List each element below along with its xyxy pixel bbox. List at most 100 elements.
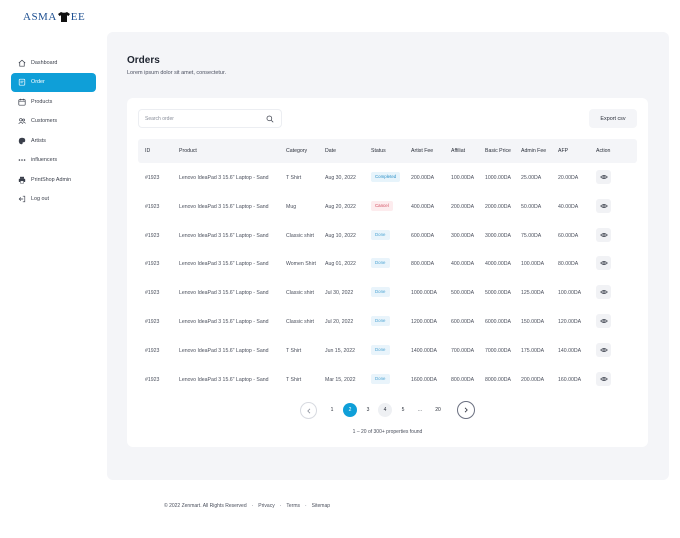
status-badge: Done <box>371 344 390 355</box>
cell-date: Aug 30, 2022 <box>325 175 356 181</box>
cell-id: #1923 <box>145 290 160 297</box>
palette-icon <box>18 137 26 144</box>
cell-date: Aug 20, 2022 <box>325 203 356 210</box>
cell-admin-fee: 150.00DA <box>521 319 545 325</box>
search-input[interactable] <box>145 115 263 122</box>
pagination-page[interactable]: 5 <box>396 403 410 417</box>
pagination-next-button[interactable] <box>457 401 475 419</box>
cell-basic-price: 7000.00DA <box>485 347 511 354</box>
cell-afp: 120.00DA <box>558 319 582 325</box>
cell-id: #1923 <box>145 347 160 354</box>
footer-link-terms[interactable]: Terms <box>286 503 300 509</box>
view-order-button[interactable] <box>596 371 611 386</box>
footer-separator: · <box>305 503 307 509</box>
pagination-page[interactable]: 2 <box>343 403 357 417</box>
cell-admin-fee: 125.00DA <box>521 290 545 297</box>
footer-separator: · <box>251 503 254 509</box>
cell-afp: 20.00DA <box>558 175 579 181</box>
footer-link-privacy[interactable]: Privacy <box>258 503 274 509</box>
cell-admin-fee: 200.00DA <box>521 376 545 383</box>
cell-basic-price: 1000.00DA <box>485 175 511 181</box>
cell-product: Lenovo IdeaPad 3 15.6" Laptop - Sand <box>179 175 269 181</box>
cell-artist-fee: 1400.00DA <box>411 347 437 354</box>
eye-icon <box>599 232 608 237</box>
pagination-page[interactable]: 3 <box>361 403 375 417</box>
status-badge: Completed <box>371 172 401 182</box>
pagination-page[interactable]: 20 <box>431 403 445 417</box>
cell-artist-fee: 800.00DA <box>411 261 435 268</box>
cell-affiliat: 700.00DA <box>451 347 475 354</box>
table-row: #1923 Lenovo IdeaPad 3 15.6" Laptop - San… <box>138 221 637 250</box>
sidebar-item-order[interactable]: Order <box>11 72 96 92</box>
cell-basic-price: 8000.00DA <box>485 376 511 383</box>
pagination-prev-button[interactable] <box>300 402 317 419</box>
sidebar-item-label: Dashboard <box>31 59 58 66</box>
cell-affiliat: 600.00DA <box>451 319 475 325</box>
column-header: Action <box>596 148 611 154</box>
cell-artist-fee: 1000.00DA <box>411 290 437 297</box>
sidebar-item-customers[interactable]: Customers <box>11 112 96 131</box>
tshirt-icon <box>57 12 70 22</box>
table-row: #1923 Lenovo IdeaPad 3 15.6" Laptop - San… <box>138 365 637 394</box>
eye-icon <box>599 203 608 208</box>
cell-afp: 140.00DA <box>558 347 582 354</box>
view-order-button[interactable] <box>596 170 611 184</box>
column-header: ID <box>145 148 151 154</box>
brand-logo[interactable]: ASMA EE <box>23 10 85 24</box>
status-badge: Done <box>371 287 390 298</box>
sidebar-item-label: influencers <box>31 157 58 163</box>
cell-admin-fee: 75.00DA <box>521 232 542 239</box>
users-icon <box>18 118 26 125</box>
sidebar-item-label: Products <box>31 98 53 105</box>
cell-date: Jun 15, 2022 <box>325 347 355 354</box>
cell-product: Lenovo IdeaPad 3 15.6" Laptop - Sand <box>179 203 269 210</box>
column-header: Basic Price <box>485 148 511 154</box>
cell-basic-price: 6000.00DA <box>485 319 511 325</box>
sidebar-item-influencers[interactable]: influencers <box>11 151 96 170</box>
cell-basic-price: 3000.00DA <box>485 232 511 239</box>
logout-icon <box>18 195 26 203</box>
cell-date: Jul 20, 2022 <box>325 319 354 325</box>
cell-product: Lenovo IdeaPad 3 15.6" Laptop - Sand <box>179 261 269 268</box>
home-icon <box>18 59 26 67</box>
status-badge: Done <box>371 316 390 326</box>
calendar-icon <box>18 98 26 106</box>
cell-category: Classic shirt <box>286 232 314 239</box>
view-order-button[interactable] <box>596 198 611 213</box>
view-order-button[interactable] <box>596 285 611 300</box>
table-row: #1923 Lenovo IdeaPad 3 15.6" Laptop - San… <box>138 336 637 365</box>
eye-icon <box>599 347 608 352</box>
cell-admin-fee: 175.00DA <box>521 347 545 354</box>
footer-link-sitemap[interactable]: Sitemap <box>312 503 330 509</box>
chevron-right-icon <box>464 407 468 413</box>
column-header: Artist Fee <box>411 148 434 154</box>
sidebar-item-printshop-admin[interactable]: PrintShop Admin <box>11 170 96 189</box>
search-icon[interactable] <box>266 115 274 123</box>
column-header: Status <box>371 148 386 154</box>
sidebar-item-label: Artists <box>31 137 46 144</box>
cell-id: #1923 <box>145 376 160 383</box>
cell-category: T Shirt <box>286 175 302 181</box>
view-order-button[interactable] <box>596 256 611 271</box>
export-csv-button[interactable]: Export csv <box>589 109 637 128</box>
sidebar-item-log-out[interactable]: Log out <box>11 190 96 209</box>
view-order-button[interactable] <box>596 342 611 357</box>
cell-basic-price: 4000.00DA <box>485 261 511 268</box>
results-summary: 1 – 20 of 300+ properties found <box>352 429 423 435</box>
cell-artist-fee: 1600.00DA <box>411 376 437 383</box>
sidebar-item-products[interactable]: Products <box>11 92 96 111</box>
cell-affiliat: 800.00DA <box>451 376 475 383</box>
status-badge: Cancel <box>371 200 393 211</box>
pagination-page[interactable]: 1 <box>325 403 339 417</box>
cell-admin-fee: 100.00DA <box>521 261 545 268</box>
eye-icon <box>599 319 608 323</box>
pagination-page[interactable]: 4 <box>378 403 392 417</box>
cell-category: Classic shirt <box>286 319 314 325</box>
sidebar-item-dashboard[interactable]: Dashboard <box>11 53 96 72</box>
status-badge: Done <box>371 373 390 384</box>
cell-affiliat: 300.00DA <box>451 232 475 239</box>
cell-afp: 40.00DA <box>558 203 579 210</box>
view-order-button[interactable] <box>596 314 611 328</box>
sidebar-item-artists[interactable]: Artists <box>11 131 96 150</box>
view-order-button[interactable] <box>596 227 611 242</box>
